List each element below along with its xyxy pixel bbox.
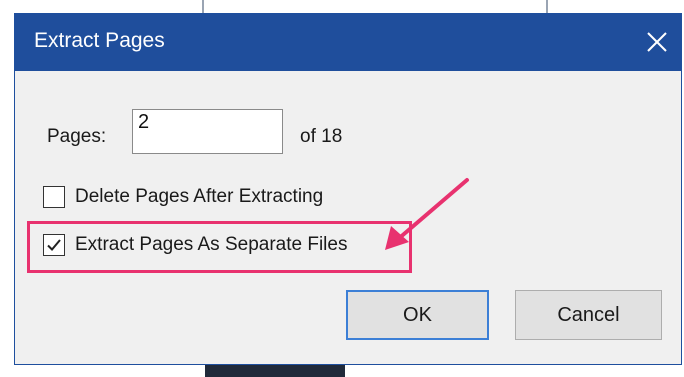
- delete-pages-checkbox[interactable]: [43, 186, 65, 208]
- background-taskbar-segment: [205, 365, 345, 377]
- background-divider: [202, 0, 204, 13]
- annotation-highlight-box: [27, 221, 412, 273]
- cancel-button[interactable]: Cancel: [515, 290, 662, 340]
- close-button[interactable]: [641, 26, 673, 58]
- pages-input[interactable]: [132, 109, 283, 154]
- dialog-titlebar: Extract Pages: [15, 14, 681, 71]
- close-icon: [647, 32, 667, 52]
- pages-label: Pages:: [47, 126, 107, 147]
- annotation-arrow-icon: [385, 178, 469, 250]
- extract-pages-dialog: Extract Pages Pages: of 18 Delete Pages …: [14, 13, 682, 365]
- background-divider: [546, 0, 548, 13]
- background-window-strip: [0, 0, 684, 14]
- delete-pages-label: Delete Pages After Extracting: [75, 186, 324, 207]
- delete-pages-option[interactable]: Delete Pages After Extracting: [43, 184, 323, 210]
- dialog-title: Extract Pages: [34, 29, 165, 52]
- screenshot-page: Extract Pages Pages: of 18 Delete Pages …: [0, 0, 684, 377]
- ok-button[interactable]: OK: [346, 290, 489, 340]
- page-count-label: of 18: [300, 126, 343, 147]
